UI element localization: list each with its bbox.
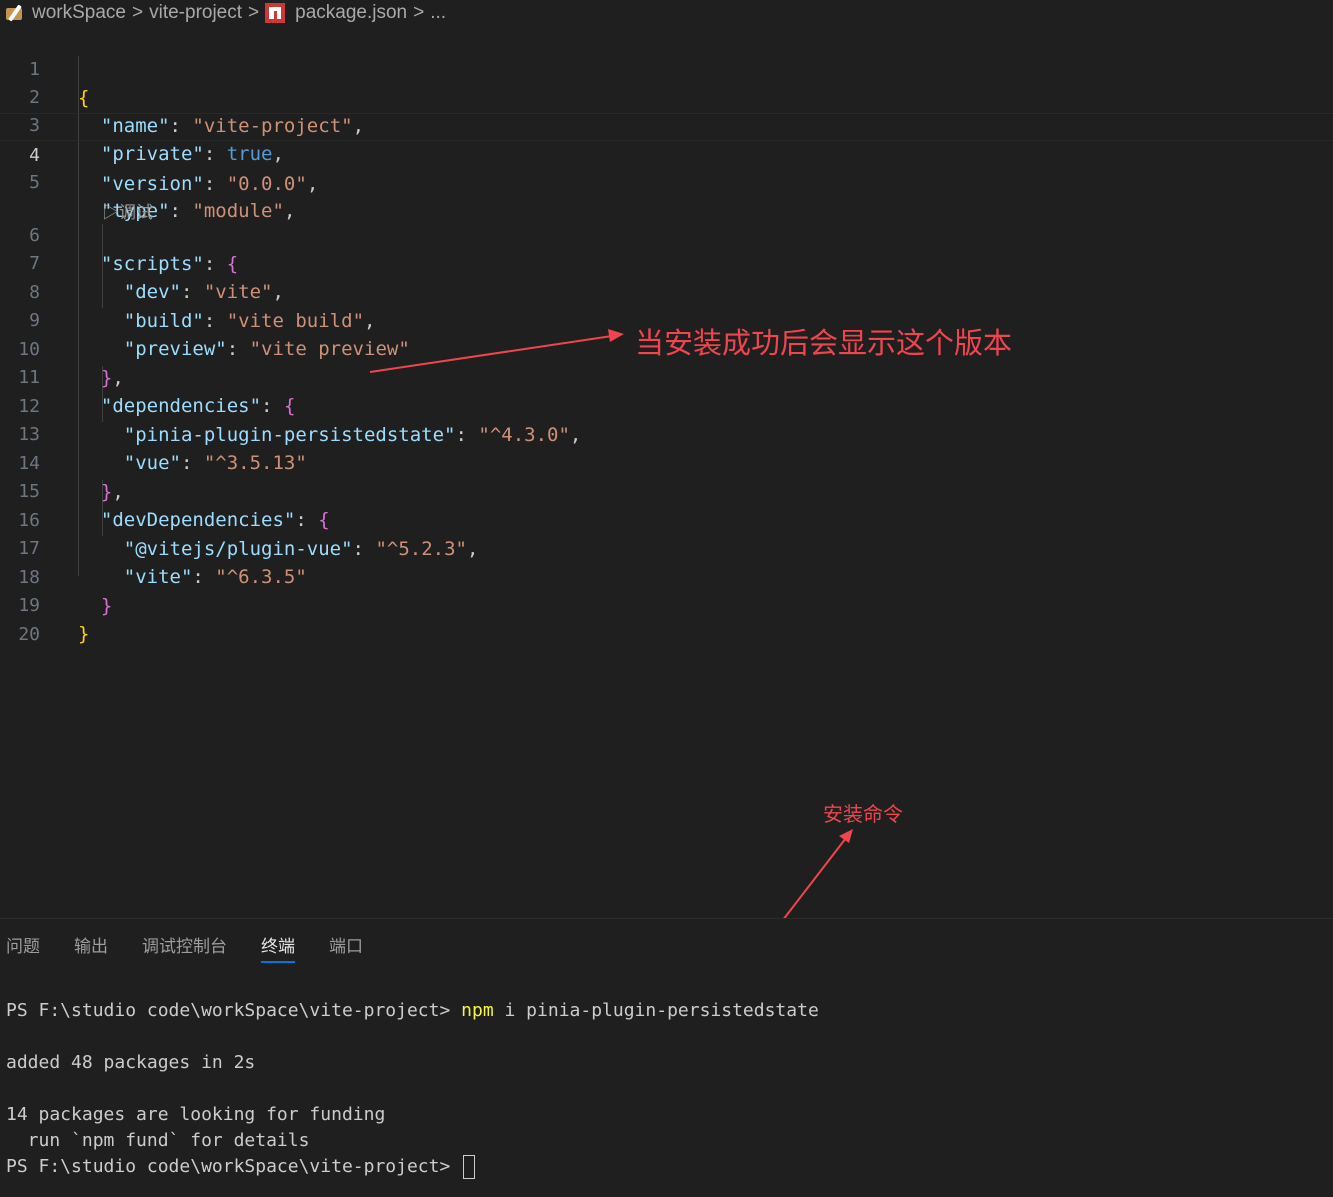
code-line: 2 "name": "vite-project", xyxy=(0,56,1333,137)
code-line: 15 "devDependencies": { xyxy=(0,450,1333,531)
code-line: 18 } xyxy=(0,536,1333,617)
code-line: 12 "pinia-plugin-persistedstate": "^4.3.… xyxy=(0,365,1333,446)
annotation-version-note: 当安装成功后会显示这个版本 xyxy=(635,326,1013,360)
terminal-prompt: PS F:\studio code\workSpace\vite-project… xyxy=(6,1156,462,1177)
terminal-output-line: 14 packages are looking for funding xyxy=(6,1104,386,1125)
tab-ports[interactable]: 端口 xyxy=(329,933,363,963)
code-line: 20 xyxy=(0,593,1333,645)
line-number: 5 xyxy=(29,172,40,193)
breadcrumb-item-workspace[interactable]: workSpace xyxy=(32,2,126,24)
code-line: 13 "vue": "^3.5.13" xyxy=(0,393,1333,474)
breadcrumb-item-more[interactable]: ... xyxy=(430,2,446,24)
code-line: 9 "preview": "vite preview" xyxy=(0,279,1333,360)
breadcrumb: workSpace > vite-project > package.json … xyxy=(0,0,1333,26)
tab-output[interactable]: 输出 xyxy=(74,933,108,963)
breadcrumb-item-package-json[interactable]: package.json xyxy=(295,2,407,24)
annotation-install-note: 安装命令 xyxy=(823,802,903,826)
terminal-output-line: run `npm fund` for details xyxy=(6,1130,310,1151)
chevron-right-icon: > xyxy=(132,2,144,23)
code-line: 3 "private": true, xyxy=(0,84,1333,165)
code-line: 17 "vite": "^6.3.5" xyxy=(0,507,1333,588)
terminal-prompt: PS F:\studio code\workSpace\vite-project… xyxy=(6,1000,462,1021)
code-line: 14 }, xyxy=(0,422,1333,503)
chevron-right-icon: > xyxy=(248,2,260,23)
panel-tabs: 问题 输出 调试控制台 终端 端口 xyxy=(0,933,391,963)
line-number: 20 xyxy=(18,624,40,645)
npm-file-icon xyxy=(265,3,286,23)
terminal-command-npm: npm xyxy=(461,1000,494,1021)
code-line: 7 "dev": "vite", xyxy=(0,222,1333,303)
tab-terminal[interactable]: 终端 xyxy=(261,933,295,963)
code-editor[interactable]: 1 { 2 "name": "vite-project", 3 "private… xyxy=(0,28,1333,918)
terminal-output-line: added 48 packages in 2s xyxy=(6,1052,256,1073)
code-line: 6 "scripts": { xyxy=(0,194,1333,275)
tab-debug-console[interactable]: 调试控制台 xyxy=(142,933,227,963)
code-line: 5 "type": "module", xyxy=(0,141,1333,222)
bottom-panel: 问题 输出 调试控制台 终端 端口 PS F:\studio code\work… xyxy=(0,918,1333,1197)
terminal-prompt-line: PS F:\studio code\workSpace\vite-project… xyxy=(6,1154,476,1180)
terminal-command-args: i pinia-plugin-persistedstate xyxy=(493,1000,819,1021)
folder-icon xyxy=(4,3,26,23)
json-value: "0.0.0" xyxy=(226,173,307,195)
code-line: 1 { xyxy=(0,28,1333,109)
code-line: 19 } xyxy=(0,564,1333,645)
terminal-cursor[interactable] xyxy=(463,1155,476,1179)
chevron-right-icon: > xyxy=(413,2,425,23)
terminal-command-line: PS F:\studio code\workSpace\vite-project… xyxy=(6,998,819,1024)
code-line-current: 4 "version": "0.0.0", xyxy=(0,113,1333,195)
code-line: 8 "build": "vite build", xyxy=(0,251,1333,332)
breadcrumb-item-vite-project[interactable]: vite-project xyxy=(149,2,242,24)
code-line: 16 "@vitejs/plugin-vue": "^5.2.3", xyxy=(0,479,1333,560)
json-key: "version" xyxy=(100,173,204,195)
tab-problems[interactable]: 问题 xyxy=(6,933,40,963)
